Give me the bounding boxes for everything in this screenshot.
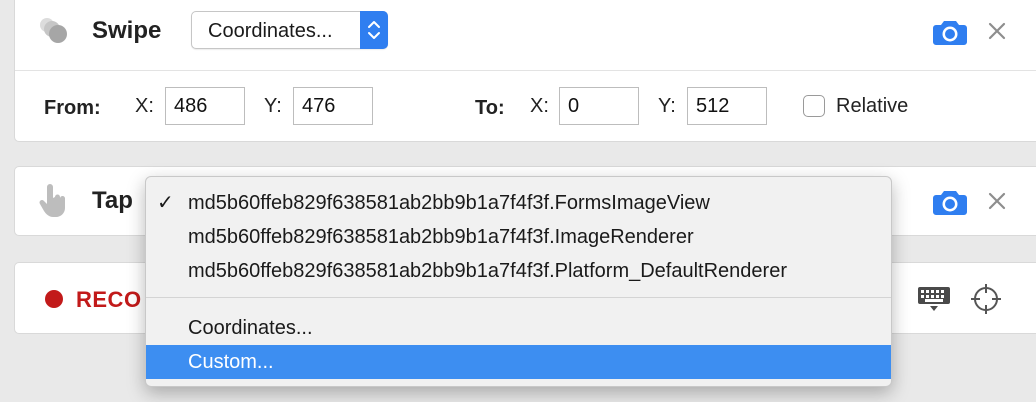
select-stepper-icon [360, 11, 388, 49]
to-label: To: [475, 97, 505, 119]
to-y-label: Y: [658, 95, 676, 117]
from-x-input[interactable] [165, 87, 245, 125]
menu-item-forms-image-view[interactable]: ✓ md5b60ffeb829f638581ab2bb9b1a7f4f3f.Fo… [146, 186, 891, 220]
menu-item-label: md5b60ffeb829f638581ab2bb9b1a7f4f3f.Plat… [188, 260, 787, 282]
swipe-target-select[interactable]: Coordinates... [191, 11, 388, 49]
menu-item-label: Custom... [188, 351, 274, 373]
record-button-label[interactable]: RECO [76, 287, 142, 313]
from-label: From: [44, 97, 101, 119]
menu-item-label: md5b60ffeb829f638581ab2bb9b1a7f4f3f.Imag… [188, 226, 694, 248]
to-y-input[interactable] [687, 87, 767, 125]
tap-title: Tap [92, 187, 133, 214]
swipe-card-divider [15, 70, 1036, 71]
to-x-input[interactable] [559, 87, 639, 125]
camera-icon[interactable] [933, 18, 967, 46]
keyboard-icon[interactable] [917, 286, 951, 312]
record-dot-icon[interactable] [44, 289, 64, 309]
camera-icon[interactable] [933, 188, 967, 216]
menu-item-image-renderer[interactable]: md5b60ffeb829f638581ab2bb9b1a7f4f3f.Imag… [146, 220, 891, 254]
to-x-label: X: [530, 95, 549, 117]
close-icon[interactable] [987, 21, 1007, 41]
swipe-target-select-value: Coordinates... [208, 20, 333, 42]
menu-item-platform-default-renderer[interactable]: md5b60ffeb829f638581ab2bb9b1a7f4f3f.Plat… [146, 254, 891, 288]
from-y-input[interactable] [293, 87, 373, 125]
from-x-label: X: [135, 95, 154, 117]
checkmark-icon: ✓ [157, 192, 174, 214]
menu-item-label: md5b60ffeb829f638581ab2bb9b1a7f4f3f.Form… [188, 192, 710, 214]
menu-item-custom[interactable]: Custom... [146, 345, 891, 379]
swipe-title: Swipe [92, 17, 162, 44]
menu-item-label: Coordinates... [188, 317, 313, 339]
close-icon[interactable] [987, 191, 1007, 211]
menu-separator [146, 297, 891, 298]
crosshair-icon[interactable] [970, 283, 1002, 315]
swipe-gesture-icon [37, 15, 71, 47]
target-dropdown-menu: ✓ md5b60ffeb829f638581ab2bb9b1a7f4f3f.Fo… [145, 176, 892, 387]
menu-item-coordinates[interactable]: Coordinates... [146, 311, 891, 345]
from-y-label: Y: [264, 95, 282, 117]
relative-label: Relative [836, 95, 909, 117]
relative-checkbox[interactable] [803, 95, 825, 117]
tap-hand-icon [38, 183, 68, 219]
